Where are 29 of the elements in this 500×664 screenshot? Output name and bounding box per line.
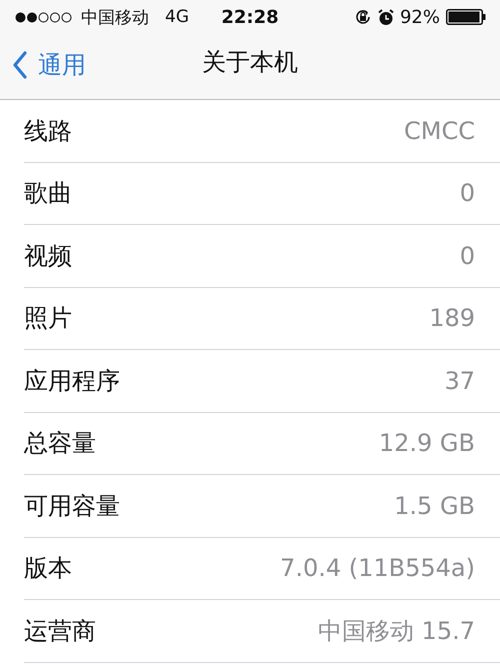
- carrier-name: 中国移动: [81, 6, 149, 28]
- row-label: 照片: [24, 303, 72, 334]
- row-value: 189: [429, 304, 475, 332]
- row-label: 总容量: [24, 428, 96, 460]
- row-value: 0: [460, 242, 475, 270]
- network-type: 4G: [165, 7, 189, 27]
- row-value: 37: [444, 366, 475, 395]
- rotation-lock-icon: [354, 8, 372, 26]
- row-value: 0: [460, 179, 475, 208]
- status-time: 22:28: [221, 6, 279, 28]
- row-value: 1.5 GB: [394, 492, 475, 520]
- row-value: 12.9 GB: [378, 429, 475, 458]
- row-value: 中国移动 15.7: [318, 616, 475, 647]
- row-label: 线路: [24, 116, 72, 147]
- row-label: 应用程序: [24, 366, 120, 397]
- battery-percent: 92%: [400, 6, 440, 28]
- chevron-left-icon: [12, 50, 28, 78]
- nav-title: 关于本机: [202, 47, 298, 78]
- back-button[interactable]: 通用: [0, 48, 86, 84]
- row-label: 运营商: [24, 616, 96, 647]
- row-value: 7.0.4 (11B554a): [280, 554, 475, 582]
- row-label: 版本: [24, 553, 72, 584]
- battery-icon: [446, 9, 486, 25]
- row-label: 可用容量: [24, 490, 120, 522]
- row-label: 视频: [24, 240, 72, 272]
- row-label: 歌曲: [24, 178, 72, 210]
- row-value: CMCC: [404, 116, 475, 145]
- signal-icon: [15, 12, 73, 22]
- alarm-clock-icon: [378, 8, 394, 26]
